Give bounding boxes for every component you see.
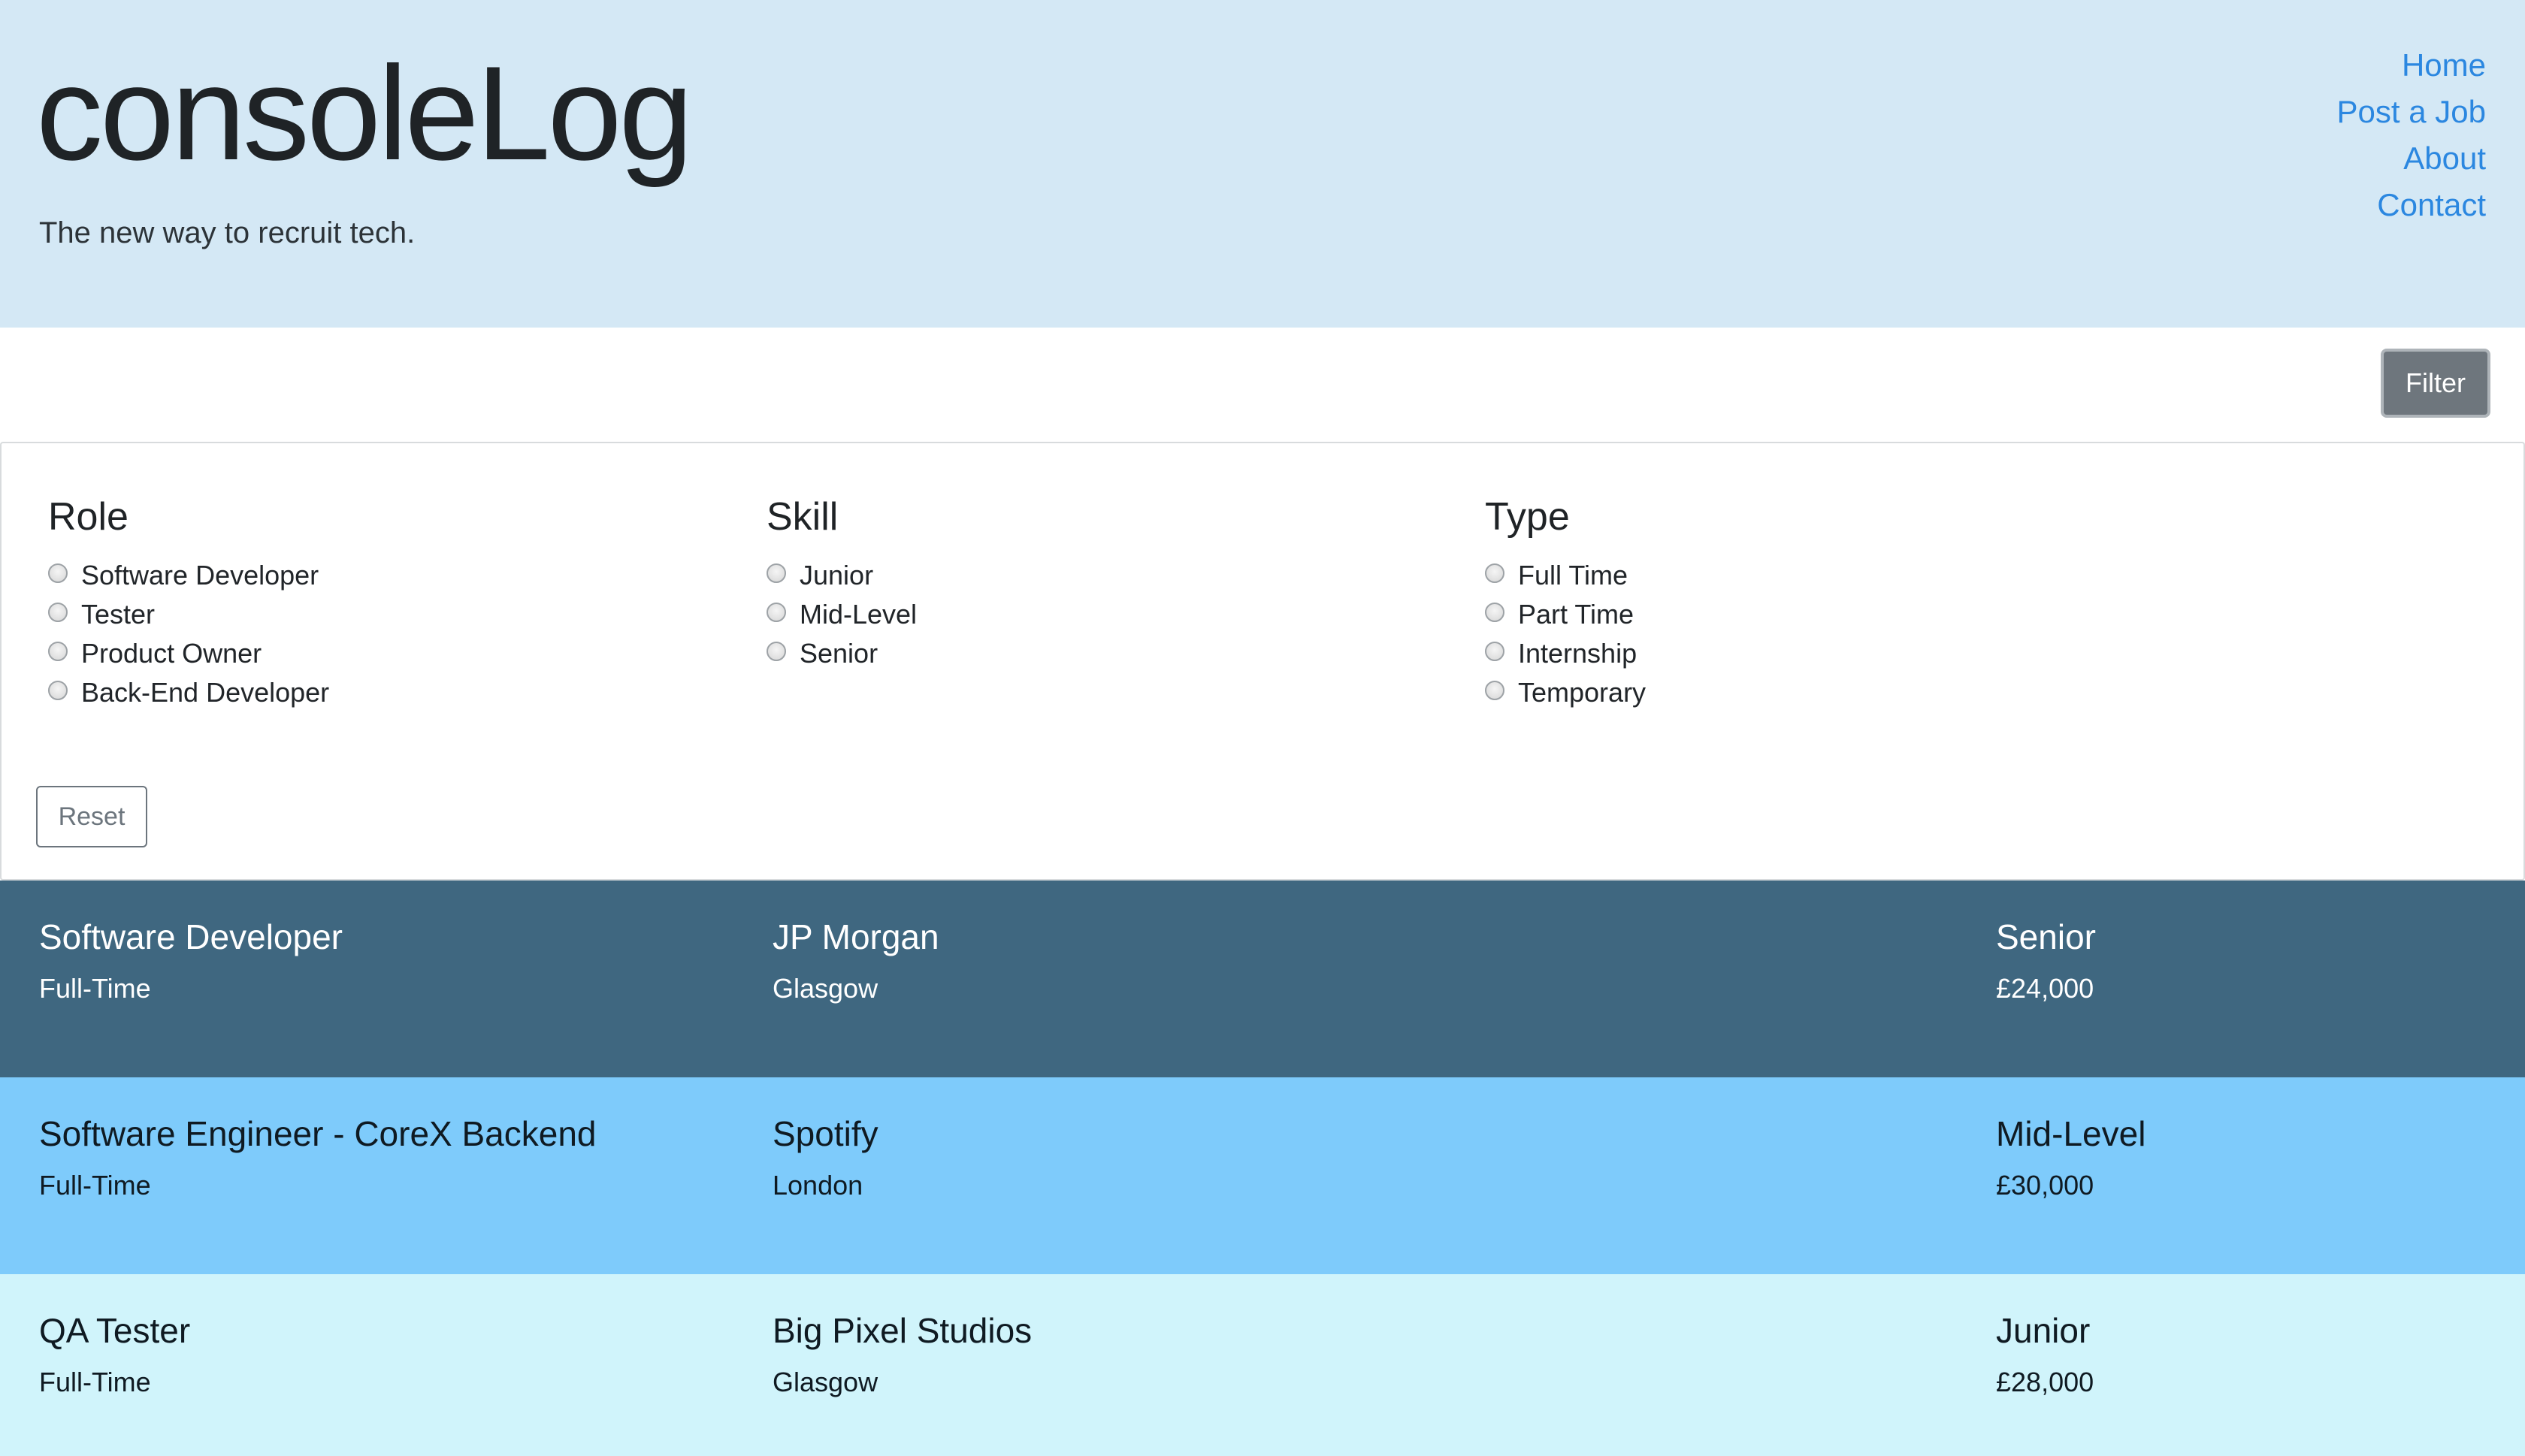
radio-button[interactable]	[1485, 642, 1504, 661]
filter-option-type[interactable]: Part Time	[1485, 595, 1646, 634]
filter-panel: Role Software Developer Tester Product O…	[0, 442, 2525, 881]
job-company: JP Morgan	[773, 917, 939, 956]
filter-option-skill[interactable]: Senior	[767, 634, 917, 673]
filter-option-label: Software Developer	[81, 560, 319, 591]
filter-group-role: Role Software Developer Tester Product O…	[48, 497, 329, 712]
job-level: Junior	[1996, 1311, 2091, 1350]
job-type: Full-Time	[39, 1170, 151, 1201]
job-title[interactable]: Software Developer	[39, 920, 343, 954]
filter-toggle-button[interactable]: Filter	[2381, 349, 2490, 418]
filter-option-label: Internship	[1518, 638, 1637, 669]
filter-option-role[interactable]: Tester	[48, 595, 329, 634]
filter-option-label: Tester	[81, 599, 156, 630]
job-level-column: Junior £28,000	[1996, 1313, 2094, 1396]
filter-option-label: Part Time	[1518, 599, 1634, 630]
job-title[interactable]: Software Engineer - CoreX Backend	[39, 1116, 597, 1151]
site-logo[interactable]: consoleLog	[36, 47, 694, 180]
filter-option-type[interactable]: Full Time	[1485, 556, 1646, 595]
radio-button[interactable]	[48, 681, 68, 700]
filter-option-type[interactable]: Internship	[1485, 634, 1646, 673]
radio-button[interactable]	[48, 603, 68, 622]
filter-heading-role: Role	[48, 495, 129, 539]
site-header: consoleLog The new way to recruit tech. …	[0, 0, 2525, 328]
filter-option-label: Junior	[800, 560, 874, 591]
filter-option-role[interactable]: Product Owner	[48, 634, 329, 673]
radio-button[interactable]	[1485, 681, 1504, 700]
nav-link-contact[interactable]: Contact	[2337, 182, 2486, 228]
filter-option-role[interactable]: Software Developer	[48, 556, 329, 595]
job-level: Senior	[1996, 917, 2096, 956]
radio-button[interactable]	[48, 642, 68, 661]
job-company-column: Spotify London	[773, 1116, 878, 1199]
filter-option-label: Mid-Level	[800, 599, 918, 630]
main-nav: Home Post a Job About Contact	[2337, 42, 2486, 228]
filter-option-label: Temporary	[1518, 677, 1647, 708]
job-company: Spotify	[773, 1114, 878, 1153]
job-salary: £28,000	[1996, 1367, 2094, 1397]
job-listing-row[interactable]: Software Engineer - CoreX Backend Full-T…	[0, 1077, 2525, 1274]
filter-option-label: Senior	[800, 638, 878, 669]
job-company-column: Big Pixel Studios Glasgow	[773, 1313, 1032, 1396]
job-role-column: QA Tester Full-Time	[39, 1313, 190, 1396]
filter-group-skill: Skill Junior Mid-Level Senior	[767, 497, 917, 673]
job-salary: £30,000	[1996, 1170, 2094, 1201]
filter-option-role[interactable]: Back-End Developer	[48, 673, 329, 712]
filter-option-skill[interactable]: Junior	[767, 556, 917, 595]
job-salary: £24,000	[1996, 973, 2094, 1004]
job-location: Glasgow	[773, 973, 878, 1004]
radio-button[interactable]	[1485, 563, 1504, 583]
job-listing-row[interactable]: Software Developer Full-Time JP Morgan G…	[0, 881, 2525, 1077]
job-title[interactable]: QA Tester	[39, 1313, 190, 1348]
nav-link-about[interactable]: About	[2337, 135, 2486, 182]
site-tagline: The new way to recruit tech.	[39, 216, 416, 249]
job-location: London	[773, 1170, 863, 1201]
filter-group-type: Type Full Time Part Time Internship Temp…	[1485, 497, 1646, 712]
job-company: Big Pixel Studios	[773, 1311, 1033, 1350]
job-level-column: Senior £24,000	[1996, 920, 2096, 1002]
job-location: Glasgow	[773, 1367, 878, 1397]
job-role-column: Software Developer Full-Time	[39, 920, 343, 1002]
filter-option-label: Full Time	[1518, 560, 1628, 591]
filter-option-type[interactable]: Temporary	[1485, 673, 1646, 712]
nav-link-home[interactable]: Home	[2337, 42, 2486, 89]
job-role-column: Software Engineer - CoreX Backend Full-T…	[39, 1116, 597, 1199]
radio-button[interactable]	[48, 563, 68, 583]
radio-button[interactable]	[767, 603, 786, 622]
filter-option-label: Back-End Developer	[81, 677, 330, 708]
radio-button[interactable]	[767, 563, 786, 583]
radio-button[interactable]	[767, 642, 786, 661]
job-type: Full-Time	[39, 973, 151, 1004]
radio-button[interactable]	[1485, 603, 1504, 622]
job-listing-row[interactable]: QA Tester Full-Time Big Pixel Studios Gl…	[0, 1274, 2525, 1456]
filter-option-label: Product Owner	[81, 638, 262, 669]
job-type: Full-Time	[39, 1367, 151, 1397]
job-level-column: Mid-Level £30,000	[1996, 1116, 2145, 1199]
job-company-column: JP Morgan Glasgow	[773, 920, 939, 1002]
filter-heading-type: Type	[1485, 495, 1570, 539]
filter-heading-skill: Skill	[767, 495, 839, 539]
nav-link-post-a-job[interactable]: Post a Job	[2337, 89, 2486, 135]
filter-option-skill[interactable]: Mid-Level	[767, 595, 917, 634]
reset-button[interactable]: Reset	[36, 786, 147, 847]
job-level: Mid-Level	[1996, 1114, 2146, 1153]
